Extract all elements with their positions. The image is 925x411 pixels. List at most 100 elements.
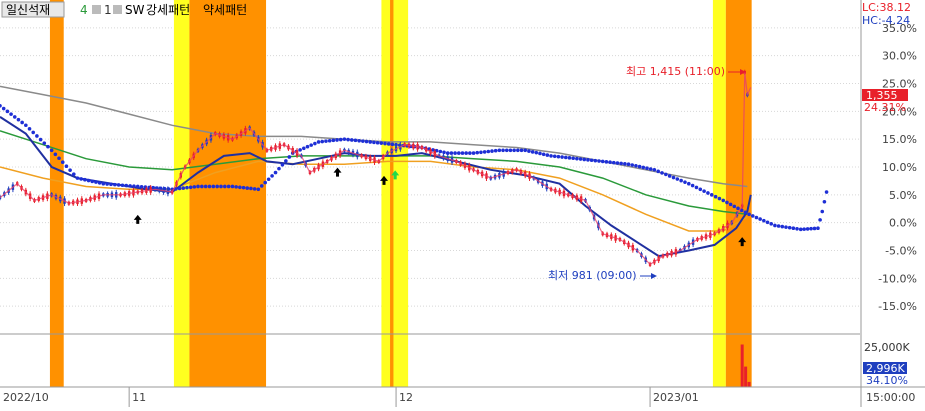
y-tick-label: -15.0%	[878, 300, 917, 313]
dotted-average-point	[758, 217, 762, 221]
dotted-average-point	[438, 149, 443, 154]
dotted-average-point	[349, 138, 354, 142]
dotted-average-point	[626, 162, 631, 167]
dotted-average-point	[449, 151, 454, 155]
dotted-average-point	[273, 170, 278, 175]
legend-count-a: 4	[80, 3, 88, 17]
dotted-average-point	[516, 148, 520, 153]
dotted-average-point	[634, 164, 638, 168]
dotted-average-point	[316, 140, 321, 144]
dotted-average-point	[270, 174, 274, 178]
dotted-average-point	[687, 181, 691, 186]
dotted-average-point	[192, 185, 197, 189]
dotted-average-point	[453, 151, 457, 155]
dotted-average-point	[128, 184, 132, 188]
dotted-average-point	[791, 226, 796, 231]
pattern-band-yellow	[173, 0, 190, 387]
dotted-average-point	[35, 134, 39, 138]
dotted-average-point	[683, 180, 687, 184]
x-tick-label: 11	[132, 391, 146, 404]
dotted-average-point	[259, 184, 264, 188]
pattern-band-yellow	[381, 0, 391, 387]
dotted-average-point	[346, 137, 350, 142]
y-tick-label: 0.0%	[889, 217, 917, 230]
dotted-average-point	[630, 163, 635, 167]
dotted-average-point	[94, 180, 98, 184]
dotted-average-point	[5, 109, 10, 114]
dotted-average-point	[721, 198, 726, 203]
dotted-average-point	[667, 174, 672, 178]
pattern-band-yellow	[393, 0, 409, 387]
dotted-average-point	[512, 148, 516, 153]
dotted-average-point	[648, 167, 653, 171]
dotted-average-point	[717, 196, 722, 201]
dotted-average-point	[309, 143, 313, 147]
dotted-average-point	[816, 226, 820, 231]
dotted-average-point	[809, 226, 813, 231]
dotted-average-point	[335, 138, 339, 142]
dotted-average-point	[645, 166, 649, 170]
dotted-average-point	[549, 154, 553, 158]
dotted-average-point	[20, 120, 24, 125]
dotted-average-point	[660, 171, 664, 175]
dotted-average-point	[9, 112, 13, 116]
dotted-average-point	[475, 150, 480, 155]
pattern-band-orange	[189, 0, 267, 387]
low-annotation: 최저 981 (09:00)	[548, 269, 657, 282]
volume-bar	[747, 381, 751, 387]
dotted-average-point	[241, 185, 246, 190]
dotted-average-point	[656, 169, 660, 174]
dotted-average-point	[280, 162, 285, 167]
dotted-average-point	[42, 141, 47, 145]
dotted-average-point	[664, 172, 668, 177]
low-label: 최저 981 (09:00)	[548, 269, 637, 282]
y-tick-label: 30.0%	[882, 50, 917, 63]
dotted-average-point	[12, 115, 17, 119]
dotted-average-point	[593, 158, 598, 163]
dotted-average-point	[615, 161, 620, 165]
dotted-average-point	[702, 189, 706, 193]
dotted-average-point	[31, 130, 36, 135]
x-tick-label: 15:00:00	[866, 391, 915, 404]
dotted-average-point	[302, 146, 306, 151]
dotted-average-point	[383, 141, 387, 146]
square-icon	[113, 5, 122, 14]
dotted-average-point	[116, 183, 121, 187]
dotted-average-point	[530, 150, 535, 154]
dotted-average-point	[824, 190, 829, 194]
dotted-average-point	[49, 148, 54, 153]
dotted-average-point	[226, 184, 231, 189]
dotted-average-point	[298, 148, 302, 152]
dotted-average-point	[53, 152, 58, 157]
x-tick-label: 2023/01	[653, 391, 699, 404]
dotted-average-point	[386, 142, 391, 146]
dotted-average-point	[320, 139, 325, 144]
dotted-average-point	[57, 156, 61, 161]
dotted-average-point	[0, 103, 2, 108]
dotted-average-point	[456, 151, 461, 155]
dotted-average-point	[679, 178, 683, 183]
dotted-average-point	[552, 154, 557, 159]
dotted-average-point	[468, 151, 472, 155]
dotted-average-point	[780, 224, 785, 229]
dotted-average-point	[637, 164, 642, 169]
y-tick-label: -5.0%	[885, 245, 917, 258]
x-tick-label: 2022/10	[3, 391, 49, 404]
pattern-bands	[49, 0, 752, 387]
dotted-average-point	[501, 148, 505, 153]
dotted-average-point	[238, 185, 242, 190]
dotted-average-point	[743, 210, 748, 215]
dotted-average-point	[732, 204, 737, 209]
dotted-average-point	[60, 160, 65, 165]
dotted-average-point	[16, 117, 21, 122]
dotted-average-point	[482, 150, 487, 154]
dotted-average-point	[776, 224, 781, 228]
dotted-average-point	[820, 209, 825, 214]
dotted-average-point	[582, 157, 587, 162]
dotted-average-point	[545, 153, 550, 157]
dotted-average-point	[556, 154, 561, 159]
dotted-average-point	[372, 140, 376, 145]
dotted-average-point	[327, 138, 332, 143]
dotted-average-point	[196, 184, 200, 189]
legend-sw: SW	[125, 3, 145, 17]
